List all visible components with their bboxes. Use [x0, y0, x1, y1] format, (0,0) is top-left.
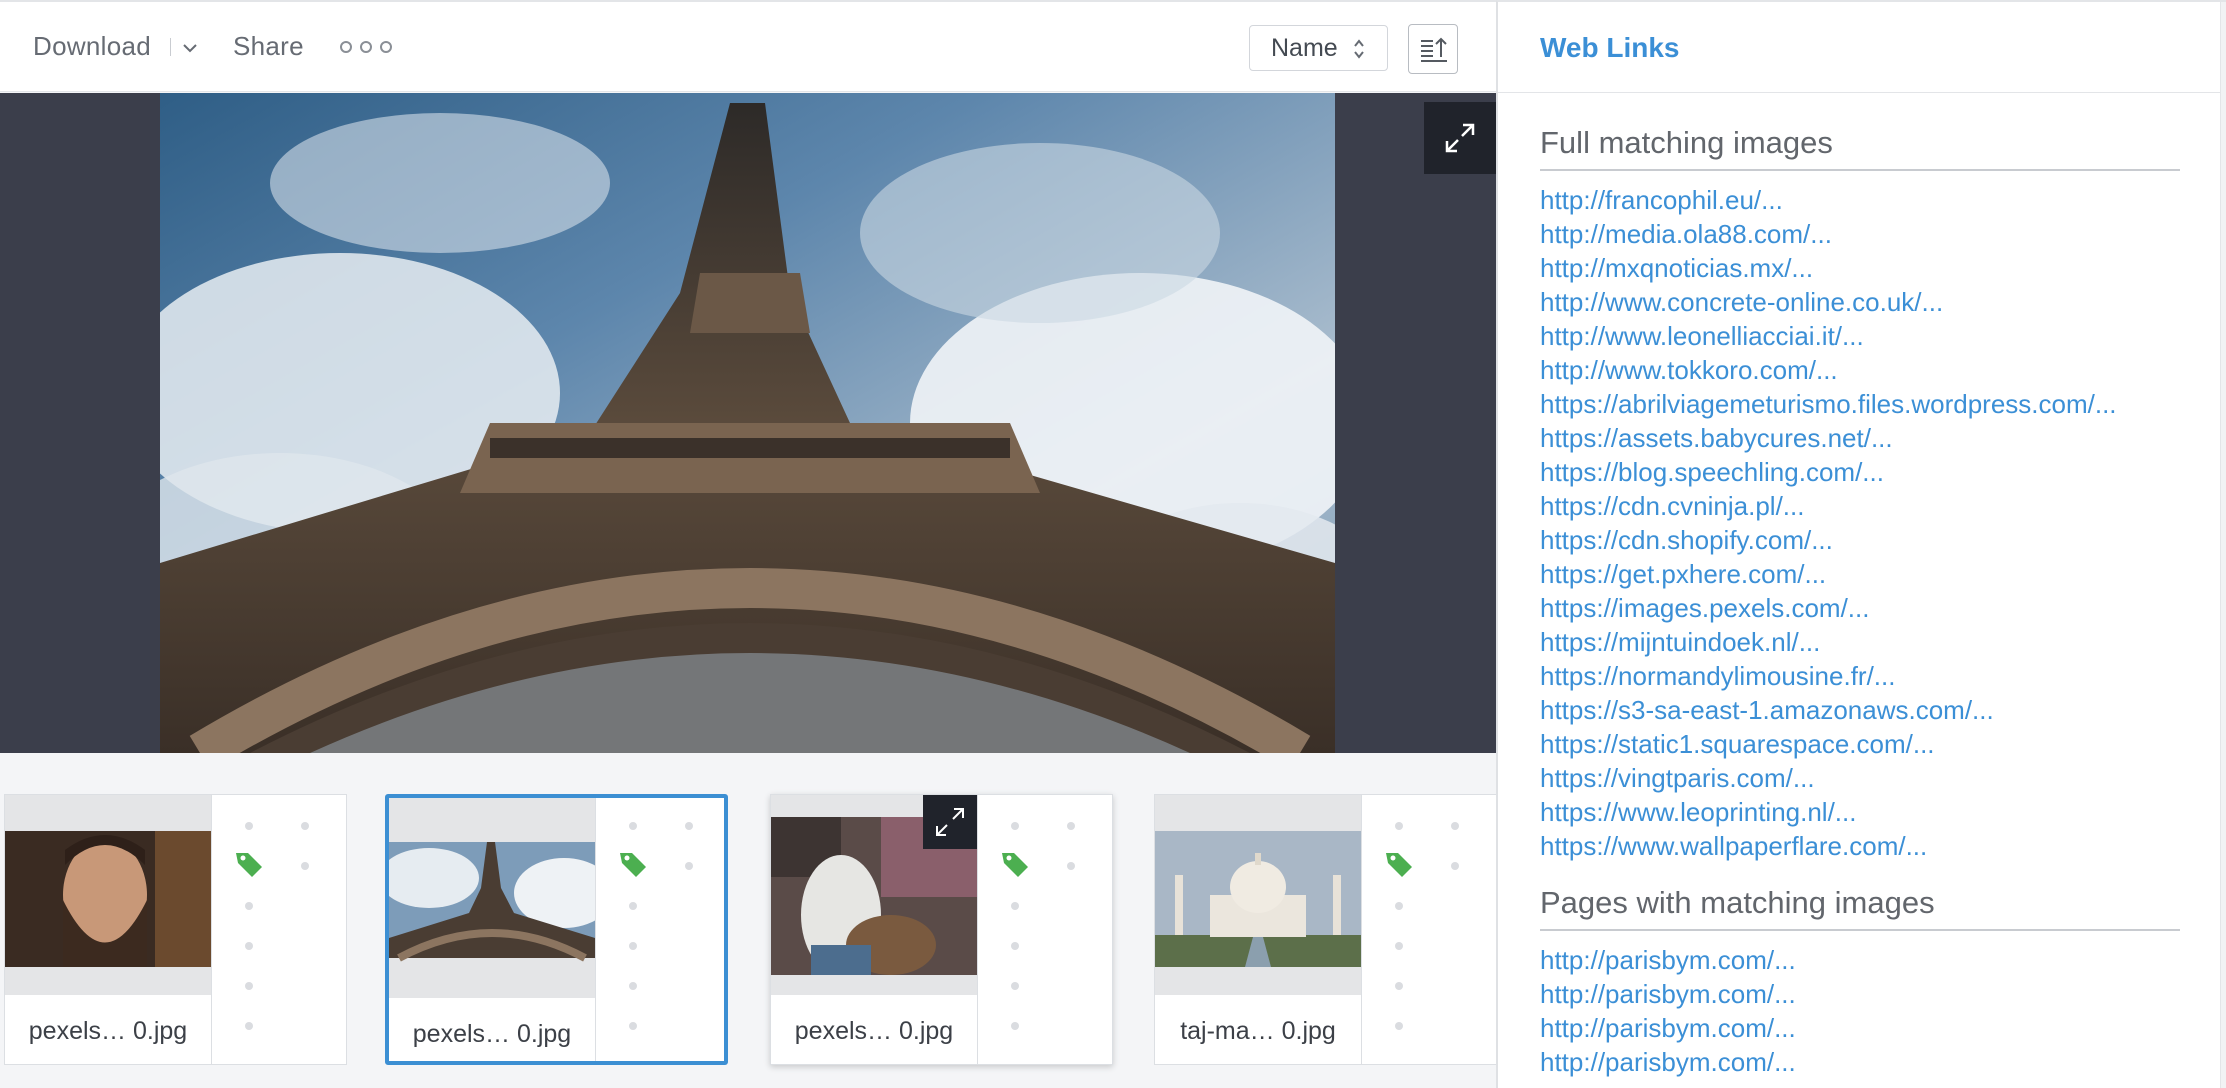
expand-button[interactable] — [1424, 102, 1496, 174]
up-down-arrows-icon — [1354, 39, 1364, 59]
thumbnail-filename: pexels… 0.jpg — [28, 1017, 188, 1045]
web-link[interactable]: http://parisbym.com/... — [1540, 943, 2200, 977]
web-link[interactable]: https://assets.babycures.net/... — [1540, 421, 2200, 455]
full-matching-links: http://francophil.eu/... http://media.ola… — [1540, 183, 2200, 863]
thumbnail-card[interactable]: pexels… 0.jpg — [4, 794, 347, 1065]
thumbnail-expand-button[interactable] — [923, 795, 977, 849]
tag-icon[interactable] — [234, 849, 264, 879]
web-link[interactable]: http://www.leonelliacciai.it/... — [1540, 319, 2200, 353]
web-link[interactable]: https://s3-sa-east-1.amazonaws.com/... — [1540, 693, 2200, 727]
web-link[interactable]: https://normandylimousine.fr/... — [1540, 659, 2200, 693]
thumbnail-image — [1155, 795, 1361, 995]
thumbnail-image — [389, 798, 595, 998]
thumbnail-filename: pexels… 0.jpg — [412, 1020, 572, 1048]
sort-direction-icon — [1421, 37, 1447, 62]
web-link[interactable]: https://static1.squarespace.com/... — [1540, 727, 2200, 761]
web-link[interactable]: http://parisbym.com/... — [1540, 1011, 2200, 1045]
web-link[interactable]: https://vingtparis.com/... — [1540, 761, 2200, 795]
web-link[interactable]: http://mxqnoticias.mx/... — [1540, 251, 2200, 285]
web-link[interactable]: https://www.leoprinting.nl/... — [1540, 795, 2200, 829]
sort-by-select[interactable]: Name — [1249, 25, 1388, 71]
thumbnail-meta — [1362, 795, 1498, 1064]
web-link[interactable]: https://mijntuindoek.nl/... — [1540, 625, 2200, 659]
file-browser-pane: Download Share Name pexels… 0.jpg pexels… — [0, 0, 1497, 1088]
thumbnail-card[interactable]: taj-ma… 0.jpg — [1154, 794, 1497, 1065]
sort-direction-button[interactable] — [1408, 24, 1458, 74]
web-link[interactable]: http://parisbym.com/... — [1540, 977, 2200, 1011]
thumbnail-meta — [978, 795, 1114, 1064]
toolbar: Download Share Name — [0, 2, 1496, 92]
web-link[interactable]: https://get.pxhere.com/... — [1540, 557, 2200, 591]
pages-matching-links: http://parisbym.com/... http://parisbym.c… — [1540, 943, 2200, 1079]
more-options-icon[interactable] — [338, 39, 396, 55]
web-link[interactable]: http://francophil.eu/... — [1540, 183, 2200, 217]
expand-icon — [936, 808, 964, 836]
expand-icon — [1445, 123, 1475, 153]
pages-matching-heading: Pages with matching images — [1540, 883, 2180, 931]
thumbnail-filename: pexels… 0.jpg — [794, 1017, 954, 1045]
thumbnail-card[interactable]: pexels… 0.jpg — [770, 794, 1113, 1065]
web-link[interactable]: http://www.concrete-online.co.uk/... — [1540, 285, 2200, 319]
thumbnail-meta — [596, 798, 732, 1061]
panel-title: Web Links — [1540, 32, 1680, 63]
scrollbar[interactable] — [2220, 2, 2226, 1088]
panel-header: Web Links — [1498, 2, 2220, 93]
preview-image — [160, 93, 1335, 753]
download-separator — [170, 38, 171, 56]
thumbnail-card-selected[interactable]: pexels… 0.jpg — [385, 794, 728, 1065]
share-button[interactable]: Share — [233, 28, 304, 64]
download-button[interactable]: Download — [33, 28, 151, 64]
web-links-panel: Web Links Full matching images http://fr… — [1496, 0, 2226, 1088]
web-link[interactable]: https://cdn.shopify.com/... — [1540, 523, 2200, 557]
web-link[interactable]: https://images.pexels.com/... — [1540, 591, 2200, 625]
thumbnail-filename: taj-ma… 0.jpg — [1180, 1017, 1336, 1045]
thumbnail-meta — [212, 795, 348, 1064]
web-link[interactable]: https://blog.speechling.com/... — [1540, 455, 2200, 489]
thumbnail-strip: pexels… 0.jpg pexels… 0.jpg pexels… 0.jp… — [0, 753, 1497, 1088]
tag-icon[interactable] — [1000, 849, 1030, 879]
chevron-down-icon[interactable] — [180, 38, 200, 58]
tag-icon[interactable] — [1384, 849, 1414, 879]
web-link[interactable]: http://media.ola88.com/... — [1540, 217, 2200, 251]
web-link[interactable]: https://abrilviagemeturismo.files.wordpr… — [1540, 387, 2200, 421]
web-link[interactable]: http://www.tokkoro.com/... — [1540, 353, 2200, 387]
tag-icon[interactable] — [618, 849, 648, 879]
web-link[interactable]: http://parisbym.com/... — [1540, 1045, 2200, 1079]
web-link[interactable]: https://www.wallpaperflare.com/... — [1540, 829, 2200, 863]
full-matching-heading: Full matching images — [1540, 123, 2180, 171]
sort-by-value: Name — [1271, 34, 1338, 62]
thumbnail-image — [5, 795, 211, 995]
image-viewer — [0, 93, 1496, 753]
web-link[interactable]: https://cdn.cvninja.pl/... — [1540, 489, 2200, 523]
